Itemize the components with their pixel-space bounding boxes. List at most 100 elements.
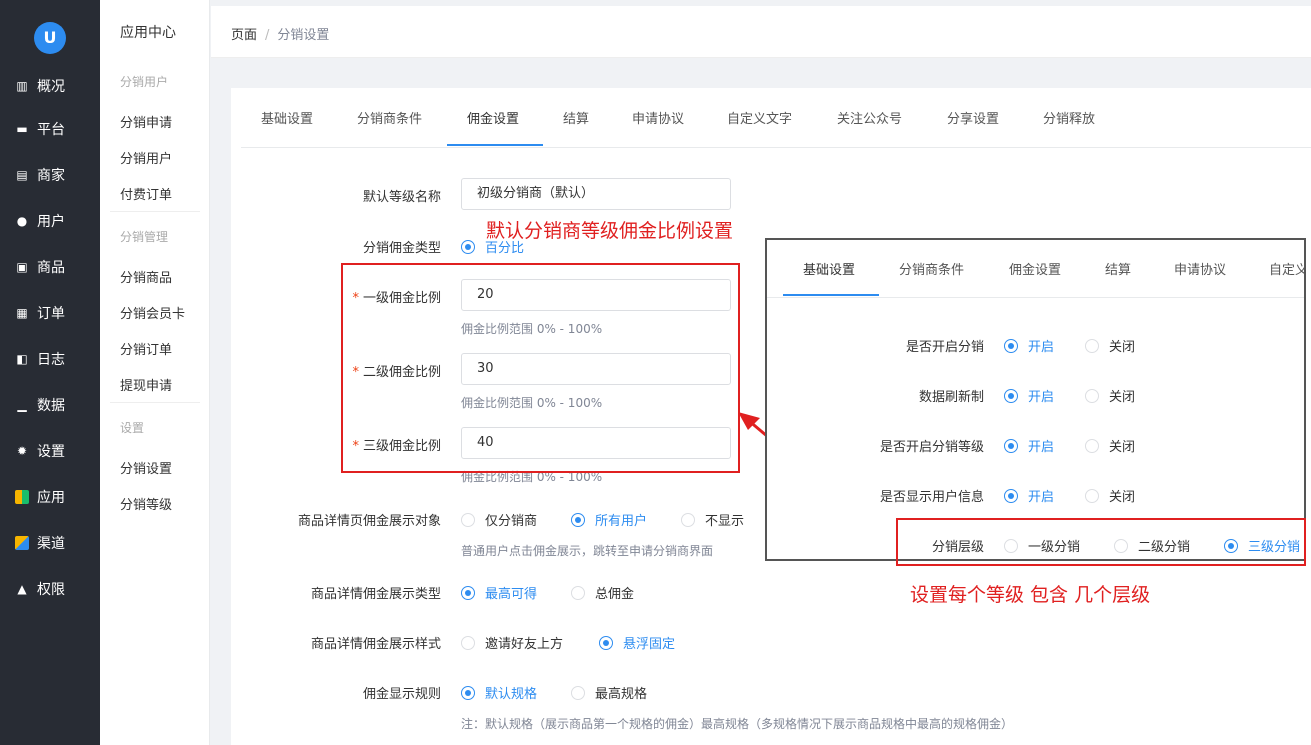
nav-item-merchant[interactable]: ▤ 商家 [0, 155, 100, 195]
radio-dot [571, 585, 585, 600]
radio-dot [1004, 438, 1018, 453]
tab-basic[interactable]: 基础设置 [261, 108, 313, 127]
subnav-item-settings[interactable]: 分销设置 [120, 458, 172, 477]
display-target-distributor-radio[interactable]: 仅分销商 [461, 510, 537, 529]
nav-item-permission[interactable]: ▲ 权限 [0, 569, 100, 609]
commission-type-label: 分销佣金类型 [362, 241, 441, 256]
apps-icon [15, 490, 29, 504]
subnav-item-orders[interactable]: 分销订单 [120, 339, 172, 358]
subnav-divider [110, 402, 200, 403]
user-icon: ● [16, 214, 28, 228]
inset-screenshot: 基础设置 分销商条件 佣金设置 结算 申请协议 自定义 是否开启分销 开启 关闭… [765, 238, 1306, 561]
display-style-invite-radio[interactable]: 邀请好友上方 [461, 633, 563, 652]
bar-chart-icon: ▁ [17, 398, 27, 412]
inset-enable-off-radio[interactable]: 关闭 [1085, 336, 1135, 355]
nav-item-log[interactable]: ◧ 日志 [0, 339, 100, 379]
tab-bar: 基础设置 分销商条件 佣金设置 结算 申请协议 自定义文字 关注公众号 分享设置… [241, 88, 1311, 148]
nav-item-data[interactable]: ▁ 数据 [0, 385, 100, 425]
annotation-top: 默认分销商等级佣金比例设置 [486, 220, 734, 242]
nav-item-overview[interactable]: ▥ 概况 [0, 66, 100, 106]
inset-tab-agreement[interactable]: 申请协议 [1174, 259, 1226, 278]
display-type-total-radio[interactable]: 总佣金 [571, 583, 634, 602]
inset-tab-conditions[interactable]: 分销商条件 [899, 259, 964, 278]
subnav-group-label: 分销管理 [120, 230, 169, 244]
order-icon: ▦ [16, 306, 28, 320]
subnav-item-paid-orders[interactable]: 付费订单 [120, 184, 172, 203]
subnav-item-users[interactable]: 分销用户 [120, 148, 172, 167]
breadcrumb-current: 分销设置 [277, 28, 330, 43]
subnav-item-member-card[interactable]: 分销会员卡 [120, 303, 185, 322]
tab-conditions[interactable]: 分销商条件 [357, 108, 422, 127]
nav-item-channel[interactable]: 渠道 [0, 523, 100, 563]
inset-level-enable-label: 是否开启分销等级 [879, 440, 984, 455]
radio-dot [461, 635, 475, 650]
nav-item-apps[interactable]: 应用 [0, 477, 100, 517]
goods-icon: ▣ [16, 260, 28, 274]
radio-dot [599, 635, 613, 650]
display-type-label: 商品详情佣金展示类型 [310, 587, 441, 602]
default-level-input[interactable]: 初级分销商（默认） [461, 178, 731, 210]
display-rule-default-radio[interactable]: 默认规格 [461, 683, 537, 702]
subnav-item-withdraw[interactable]: 提现申请 [120, 375, 172, 394]
inset-tab-settlement[interactable]: 结算 [1105, 259, 1131, 278]
display-rule-max-radio[interactable]: 最高规格 [571, 683, 647, 702]
inset-level-enable-on-radio[interactable]: 开启 [1004, 436, 1054, 455]
display-target-hint: 普通用户点击佣金展示，跳转至申请分销商界面 [461, 544, 714, 558]
radio-dot [1004, 488, 1018, 503]
tab-settlement[interactable]: 结算 [563, 108, 589, 127]
lock-icon: ▲ [17, 582, 27, 596]
inset-enable-on-radio[interactable]: 开启 [1004, 336, 1054, 355]
log-icon: ◧ [16, 352, 28, 366]
default-level-label: 默认等级名称 [362, 190, 441, 205]
display-style-label: 商品详情佣金展示样式 [310, 637, 441, 652]
display-target-label: 商品详情页佣金展示对象 [297, 514, 441, 529]
nav-item-settings[interactable]: ✹ 设置 [0, 431, 100, 471]
subnav-item-levels[interactable]: 分销等级 [120, 494, 172, 513]
inset-refresh-on-radio[interactable]: 开启 [1004, 386, 1054, 405]
breadcrumb: 页面 / 分销设置 [231, 24, 329, 43]
display-style-float-radio[interactable]: 悬浮固定 [599, 633, 675, 652]
nav-item-order[interactable]: ▦ 订单 [0, 293, 100, 333]
display-rule-hint: 注：默认规格（展示商品第一个规格的佣金）最高规格（多规格情况下展示商品规格中最高… [461, 717, 1014, 731]
inset-userinfo-on-radio[interactable]: 开启 [1004, 486, 1054, 505]
inset-refresh-off-radio[interactable]: 关闭 [1085, 386, 1135, 405]
tab-official-account[interactable]: 关注公众号 [837, 108, 902, 127]
radio-dot [571, 512, 585, 527]
chart-icon: ▥ [16, 79, 28, 93]
inset-tab-commission[interactable]: 佣金设置 [1009, 259, 1061, 278]
tab-share[interactable]: 分享设置 [947, 108, 999, 127]
inset-tab-bar: 基础设置 分销商条件 佣金设置 结算 申请协议 自定义 [767, 240, 1304, 298]
tab-commission[interactable]: 佣金设置 [467, 108, 519, 127]
active-tab-indicator [447, 144, 543, 146]
nav-item-platform[interactable]: ▬ 平台 [0, 109, 100, 149]
main-sidebar: U ▥ 概况 ▬ 平台 ▤ 商家 ● 用户 ▣ 商品 ▦ 订单 ◧ 日志 ▁ 数据 ✹ 设置 应用… [0, 0, 100, 745]
radio-dot [1085, 338, 1099, 353]
inset-userinfo-off-radio[interactable]: 关闭 [1085, 486, 1135, 505]
subnav-group-label: 分销用户 [120, 75, 169, 89]
radio-dot [571, 685, 585, 700]
radio-dot [461, 585, 475, 600]
annotation-box-levels [896, 518, 1306, 566]
inset-userinfo-label: 是否显示用户信息 [879, 490, 984, 505]
display-type-max-radio[interactable]: 最高可得 [461, 583, 537, 602]
breadcrumb-root[interactable]: 页面 [231, 28, 257, 43]
sub-sidebar: 应用中心 分销用户 分销申请 分销用户 付费订单 分销管理 分销商品 分销会员卡… [100, 0, 210, 745]
inset-tab-basic[interactable]: 基础设置 [803, 259, 855, 278]
inset-level-enable-off-radio[interactable]: 关闭 [1085, 436, 1135, 455]
subnav-item-apply[interactable]: 分销申请 [120, 112, 172, 131]
radio-dot [1085, 388, 1099, 403]
store-icon: ▤ [16, 168, 28, 182]
display-target-all-radio[interactable]: 所有用户 [571, 510, 647, 529]
radio-dot [461, 512, 475, 527]
inset-enable-label: 是否开启分销 [905, 340, 984, 355]
inset-tab-custom[interactable]: 自定义 [1269, 259, 1304, 278]
tab-agreement[interactable]: 申请协议 [632, 108, 684, 127]
annotation-bottom: 设置每个等级 包含 几个层级 [910, 584, 1151, 606]
radio-dot [1004, 388, 1018, 403]
tab-custom-text[interactable]: 自定义文字 [727, 108, 792, 127]
nav-item-user[interactable]: ● 用户 [0, 201, 100, 241]
subnav-item-goods[interactable]: 分销商品 [120, 267, 172, 286]
nav-item-goods[interactable]: ▣ 商品 [0, 247, 100, 287]
tab-release[interactable]: 分销释放 [1043, 108, 1095, 127]
app-logo[interactable]: U [34, 22, 66, 54]
